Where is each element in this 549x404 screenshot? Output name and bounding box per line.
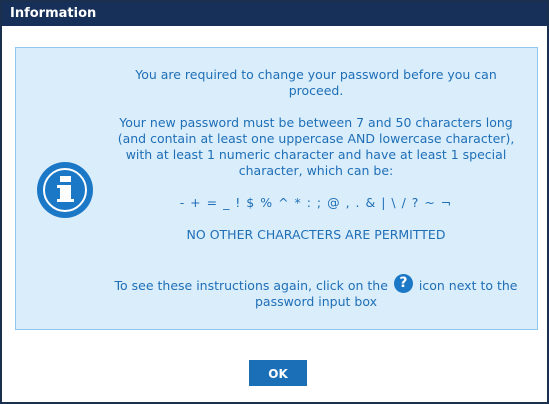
password-change-required-message: You are required to change your password… — [135, 67, 497, 98]
password-rules-message: Your new password must be between 7 and … — [117, 115, 515, 178]
info-icon-foot — [57, 199, 74, 202]
help-instructions: To see these instructions again, click o… — [111, 274, 521, 310]
restriction-message: NO OTHER CHARACTERS ARE PERMITTED — [186, 227, 446, 242]
dialog-title: Information — [2, 2, 547, 26]
information-panel: You are required to change your password… — [15, 47, 538, 330]
information-text: You are required to change your password… — [111, 67, 521, 310]
ok-button[interactable]: OK — [249, 360, 307, 386]
info-icon-dot — [60, 176, 71, 182]
allowed-special-characters: - + = _ ! $ % ^ * : ; @ , . & | \ / ? ~ … — [179, 195, 453, 210]
help-instructions-prefix: To see these instructions again, click o… — [114, 278, 388, 293]
information-dialog: Information You are required to change y… — [0, 0, 549, 404]
help-icon: ? — [393, 274, 413, 293]
info-icon — [38, 163, 92, 217]
